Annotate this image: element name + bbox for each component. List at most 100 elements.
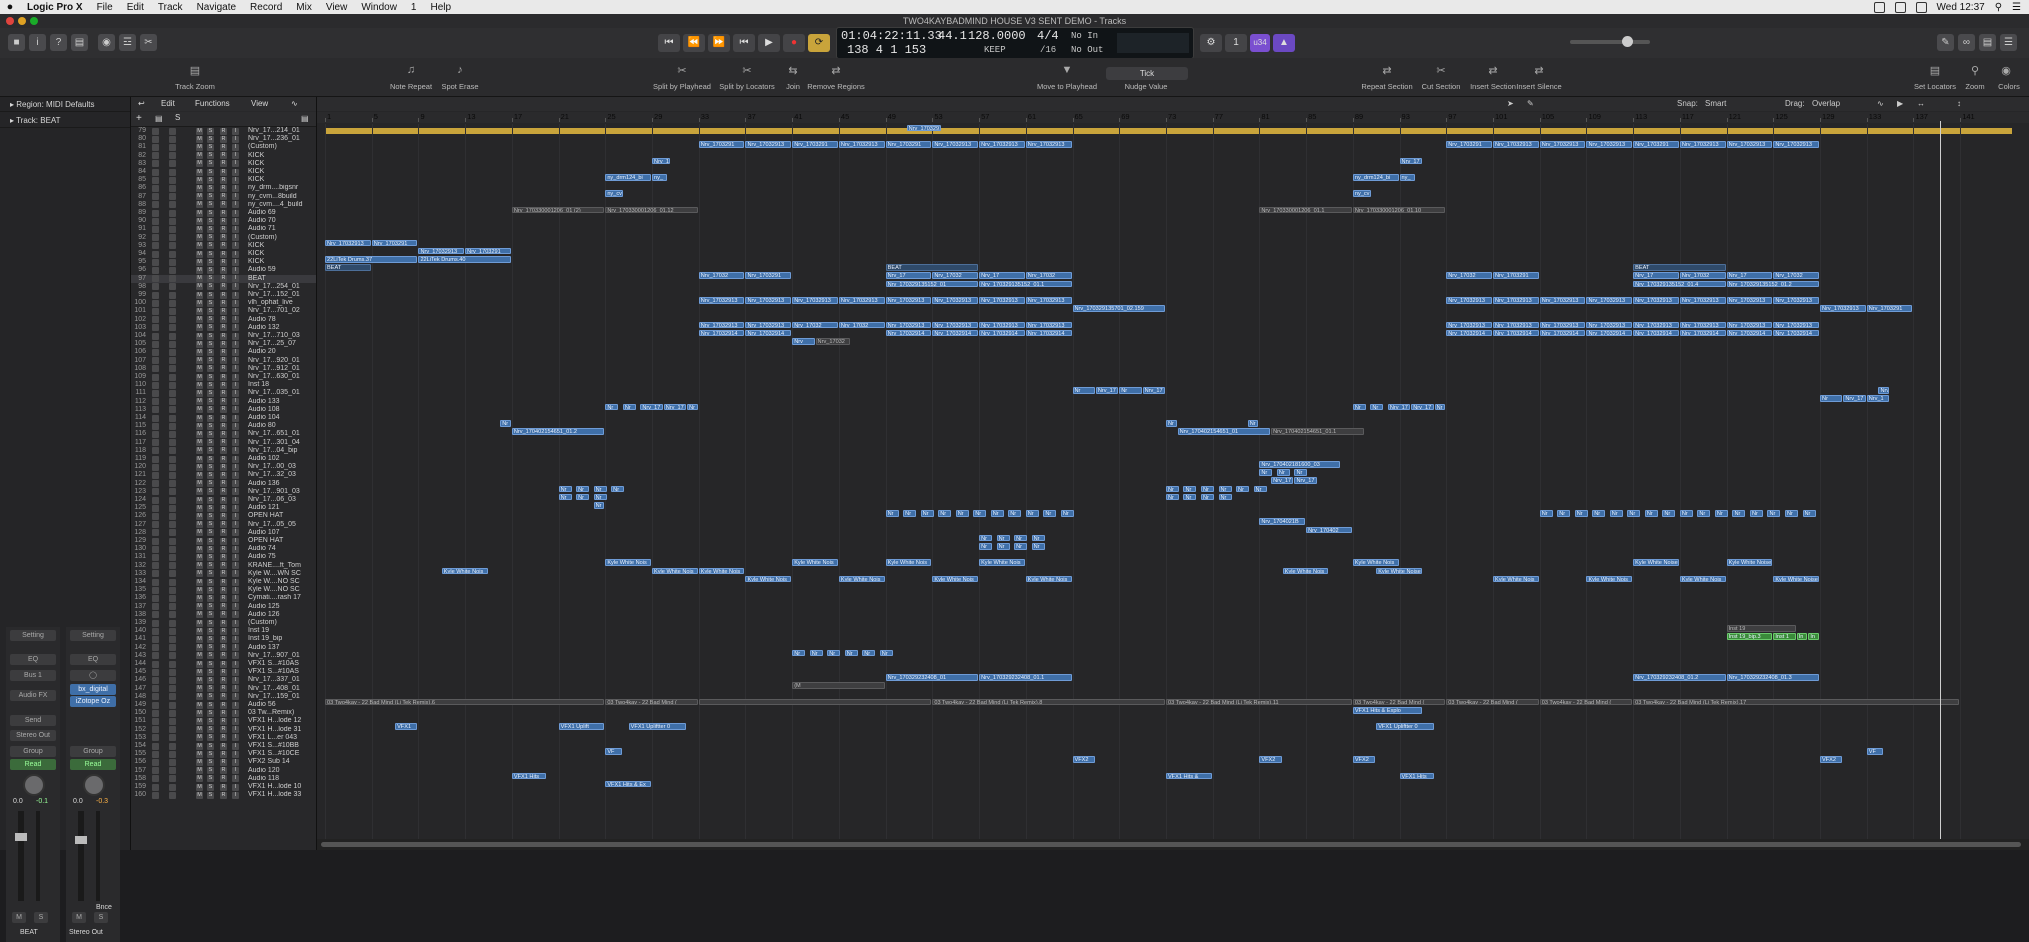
region[interactable]: Nr	[1031, 543, 1045, 550]
track-enable-icon[interactable]	[169, 791, 176, 799]
record-enable-button[interactable]: R	[220, 160, 227, 168]
record-enable-button[interactable]: R	[220, 143, 227, 151]
track-name[interactable]: KICK	[248, 258, 314, 266]
mute-button[interactable]: M	[196, 553, 203, 561]
region[interactable]: 03 Two4kay - 22 Bad Mind (	[605, 698, 698, 706]
region[interactable]: Nrv_1703291	[792, 141, 838, 148]
tuner-icon[interactable]: ⚙	[1200, 34, 1222, 52]
track-name[interactable]: Kyle W....NO SC	[248, 586, 314, 594]
record-enable-button[interactable]: R	[220, 299, 227, 307]
region[interactable]: Nr	[1031, 534, 1045, 542]
strip-automation-mode[interactable]: Read	[70, 759, 116, 770]
track-row[interactable]: 124 M S R I Nrv_17...06_03	[131, 496, 316, 504]
track-row[interactable]: 90 M S R I Audio 70	[131, 217, 316, 225]
spotlight-icon[interactable]: ⚲	[1995, 2, 2002, 13]
mute-button[interactable]: M	[196, 209, 203, 217]
master-volume-knob[interactable]	[1622, 36, 1633, 47]
track-row[interactable]: 86 M S R Iny_drm....bigsnr	[131, 184, 316, 192]
region[interactable]: Nrv_17032913	[838, 141, 885, 148]
track-row[interactable]: 121 M S R I Nrv_17...32_03	[131, 471, 316, 479]
move-to-playhead-label[interactable]: Move to Playhead	[1037, 82, 1097, 91]
track-name[interactable]: Audio 107	[248, 529, 314, 537]
region[interactable]: Nrv_17032913	[979, 297, 1025, 304]
region[interactable]: Nr	[500, 420, 511, 427]
solo-button[interactable]: S	[207, 332, 214, 340]
mute-button[interactable]: M	[196, 504, 203, 512]
input-monitor-button[interactable]: I	[232, 250, 239, 258]
track-enable-icon[interactable]	[169, 348, 176, 356]
track-name[interactable]: OPEN HAT	[248, 537, 314, 545]
region[interactable]: VFX1 Uplift	[558, 723, 605, 730]
solo-button[interactable]: S	[207, 603, 214, 611]
input-monitor-button[interactable]: I	[232, 324, 239, 332]
strip-input-button[interactable]: Bus 1	[10, 670, 56, 681]
track-enable-icon[interactable]	[169, 660, 176, 668]
region[interactable]: Nr	[1014, 534, 1028, 542]
catch-icon[interactable]: ▶	[1897, 99, 1903, 108]
track-enable-icon[interactable]	[169, 562, 176, 570]
region[interactable]: Nrv_17032913	[698, 297, 745, 304]
track-row[interactable]: 116 M S R I Nrv_17...651_01	[131, 430, 316, 438]
track-enable-icon[interactable]	[169, 652, 176, 660]
track-name[interactable]: Audio 118	[248, 775, 314, 783]
track-row[interactable]: 143 M S R I Nrv_17...907_01	[131, 652, 316, 660]
mute-button[interactable]: M	[196, 398, 203, 406]
region[interactable]: VFX1 Hits	[511, 772, 546, 780]
apple-icon[interactable]: ●	[0, 1, 20, 13]
lcd-signature[interactable]: 4/4	[1037, 29, 1059, 43]
record-enable-button[interactable]: R	[220, 234, 227, 242]
track-enable-icon[interactable]	[169, 676, 176, 684]
track-row[interactable]: 150 M S R I 03 Tw...Remix)	[131, 709, 316, 717]
mute-button[interactable]: M	[196, 266, 203, 274]
midi-badge[interactable]: u34	[1250, 34, 1270, 52]
mute-button[interactable]: M	[196, 635, 203, 643]
solo-button[interactable]: S	[207, 611, 214, 619]
solo-button[interactable]: S	[207, 422, 214, 430]
record-enable-button[interactable]: R	[220, 291, 227, 299]
track-name[interactable]: VFX1 S...#10AS	[248, 668, 314, 676]
region[interactable]: Nrv_17032913	[1539, 297, 1586, 304]
mute-button[interactable]: M	[196, 463, 203, 471]
mute-button[interactable]: M	[196, 430, 203, 438]
mute-button[interactable]: M	[196, 693, 203, 701]
region[interactable]: Nr	[1025, 510, 1039, 517]
track-row[interactable]: 94 M S R I KICK	[131, 250, 316, 258]
track-name[interactable]: Audio 136	[248, 480, 314, 488]
region-inspector-header[interactable]: ▸ Region: MIDI Defaults	[0, 97, 130, 112]
region[interactable]: Nr	[1662, 510, 1676, 517]
track-row[interactable]: 91 M S R I Audio 71	[131, 225, 316, 233]
track-enable-icon[interactable]	[169, 389, 176, 397]
solo-button[interactable]: S	[207, 184, 214, 192]
solo-button[interactable]: S	[207, 619, 214, 627]
region[interactable]: Nr	[558, 485, 572, 493]
track-enable-icon[interactable]	[169, 471, 176, 479]
record-enable-button[interactable]: R	[220, 676, 227, 684]
track-row[interactable]: 156 M S R I VFX2 Sub 14	[131, 758, 316, 766]
input-monitor-button[interactable]: I	[232, 398, 239, 406]
menu-app[interactable]: Logic Pro X	[20, 2, 90, 13]
region[interactable]: Nrv_17032913	[838, 297, 885, 304]
track-row[interactable]: 89 M S R I Audio 69	[131, 209, 316, 217]
solo-button[interactable]: S	[207, 365, 214, 373]
region[interactable]: Nr	[1697, 510, 1711, 517]
track-name[interactable]: KICK	[248, 242, 314, 250]
track-name[interactable]: (Custom)	[248, 234, 314, 242]
mute-button[interactable]: M	[196, 340, 203, 348]
mute-button[interactable]: M	[196, 488, 203, 496]
input-monitor-button[interactable]: I	[232, 717, 239, 725]
record-enable-button[interactable]: R	[220, 562, 227, 570]
region[interactable]: Nr	[593, 502, 605, 509]
record-enable-button[interactable]: R	[220, 258, 227, 266]
record-enable-button[interactable]: R	[220, 217, 227, 225]
record-enable-button[interactable]: R	[220, 709, 227, 717]
region[interactable]: Nrv_17032913	[932, 297, 979, 304]
region[interactable]: Kyle White Nois	[745, 575, 792, 583]
track-name[interactable]: VFX1 S...#10BB	[248, 742, 314, 750]
inspector-icon[interactable]: i	[29, 34, 46, 51]
record-enable-button[interactable]: R	[220, 652, 227, 660]
mute-button[interactable]: M	[196, 143, 203, 151]
track-row[interactable]: 125 M S R I Audio 121	[131, 504, 316, 512]
track-enable-icon[interactable]	[169, 693, 176, 701]
menu-edit[interactable]: Edit	[120, 2, 151, 13]
mute-button[interactable]: M	[196, 685, 203, 693]
